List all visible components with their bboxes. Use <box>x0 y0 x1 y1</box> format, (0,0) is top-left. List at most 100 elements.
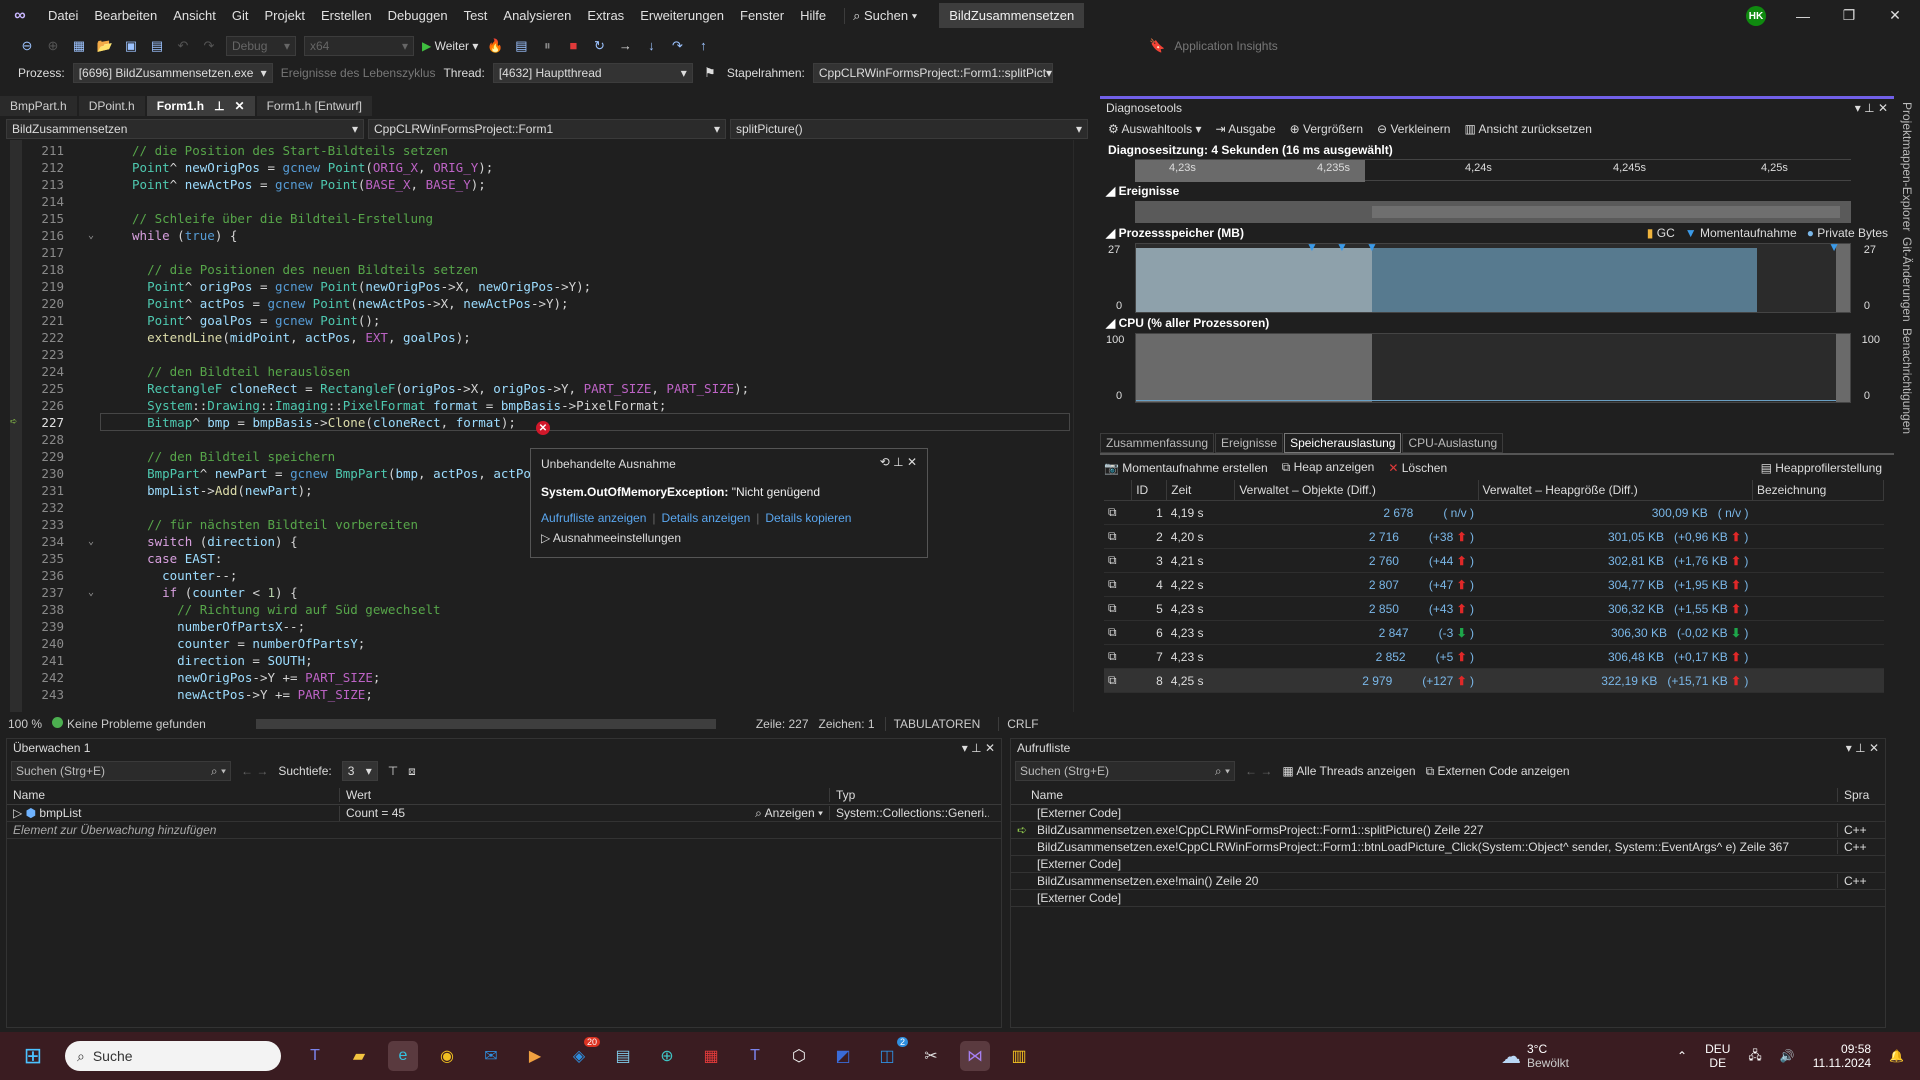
memory-chart[interactable]: 27 0 27 0 ▼ ▼ ▼ ▼ <box>1108 240 1876 313</box>
callstack-row[interactable]: [Externer Code] <box>1011 805 1885 822</box>
snapshot-row[interactable]: ⧉ 8 4,25 s2 979 (+127 ⬆ ) 322,19 KB (+15,71 K… <box>1104 668 1884 693</box>
memory-section[interactable]: ◢ Prozessspeicher (MB) ▮ GC ▼ Momentaufn… <box>1100 223 1894 243</box>
take-snapshot-button[interactable]: 📷 Momentaufnahme erstellen <box>1104 461 1268 475</box>
snapshot-row[interactable]: ⧉ 1 4,19 s 2 678 ( n/v ) 300,09 KB ( n/v ) <box>1104 500 1884 525</box>
step-over-icon[interactable]: ↷ <box>668 37 686 55</box>
callstack-row[interactable]: [Externer Code] <box>1011 890 1885 907</box>
snapshot-objects[interactable]: 2 847 (-3 ⬇ ) <box>1234 620 1479 645</box>
code-line[interactable]: 239 numberOfPartsX--; <box>0 618 1070 635</box>
objects-diff[interactable]: ( n/v ) <box>1443 506 1474 520</box>
snapshot-heap[interactable]: 304,77 KB (+1,95 KB ⬆ ) <box>1478 572 1753 597</box>
view-heap-button[interactable]: ⧉ Heap anzeigen <box>1282 460 1375 475</box>
store-icon[interactable]: ◫ 2 <box>872 1037 908 1071</box>
lifecycle-events[interactable]: Ereignisse des Lebenszyklus <box>281 66 436 80</box>
objects-count[interactable]: 2 847 <box>1379 626 1409 640</box>
code-line[interactable]: 217 <box>0 244 1070 261</box>
objects-count[interactable]: 2 850 <box>1369 602 1399 616</box>
problems-indicator[interactable]: Keine Probleme gefunden <box>52 716 206 731</box>
chrome-icon[interactable]: ◉ <box>432 1041 462 1071</box>
depth-select[interactable]: 3 ▾ <box>341 761 378 781</box>
close-window-button[interactable]: ✕ <box>1872 0 1918 31</box>
menu-item[interactable]: Debuggen <box>380 0 456 31</box>
callstack-search-input[interactable]: Suchen (Strg+E) ⌕ ▾ <box>1015 761 1235 781</box>
heap-diff[interactable]: (+0,17 KB <box>1674 650 1728 664</box>
snapshot-label[interactable] <box>1752 620 1884 645</box>
stackframe-select[interactable]: CppCLRWinFormsProject::Form1::splitPict ▾ <box>812 62 1053 83</box>
heap-size[interactable]: 322,19 KB <box>1601 674 1657 688</box>
code-line[interactable]: 220 Point^ actPos = gcnew Point(newActPo… <box>0 295 1070 312</box>
snapshot-heap[interactable]: 301,05 KB (+0,96 KB ⬆ ) <box>1478 524 1753 549</box>
document-tab[interactable]: BmpPart.h <box>0 96 77 116</box>
callstack-row[interactable]: [Externer Code] <box>1011 856 1885 873</box>
network-icon[interactable]: 🖧 <box>1748 1046 1761 1067</box>
flag-icon[interactable]: ⚑ <box>701 64 719 82</box>
fold-toggle-icon[interactable]: ⌄ <box>88 227 94 244</box>
side-rail-tab[interactable]: Git-Änderungen <box>1900 237 1914 322</box>
code-line[interactable]: 228 <box>0 431 1070 448</box>
delete-button[interactable]: ✕ Löschen <box>1388 461 1447 475</box>
external-code-button[interactable]: ⧉ Externen Code anzeigen <box>1426 764 1570 779</box>
snapshot-objects[interactable]: 2 760 (+44 ⬆ ) <box>1234 548 1479 573</box>
add-watch-row[interactable]: Element zur Überwachung hinzufügen <box>7 822 1001 839</box>
avatar[interactable]: HK <box>1746 6 1766 26</box>
edge-icon[interactable]: e <box>388 1041 418 1071</box>
snapshot-marker-icon[interactable]: ▼ <box>1336 240 1348 254</box>
hot-reload-icon[interactable]: 🔥 <box>486 37 504 55</box>
col-value[interactable]: Wert <box>339 787 829 802</box>
weather-widget[interactable]: ☁ 3°C Bewölkt <box>1501 1042 1569 1070</box>
snapshot-objects[interactable]: 2 678 ( n/v ) <box>1234 500 1479 525</box>
application-insights[interactable]: Application Insights <box>1174 39 1277 53</box>
callstack-row[interactable]: BildZusammensetzen.exe!main() Zeile 20 C+… <box>1011 873 1885 890</box>
menu-item[interactable]: Projekt <box>257 0 313 31</box>
objects-diff[interactable]: (+5 <box>1436 650 1454 664</box>
code-line[interactable]: 223 <box>0 346 1070 363</box>
horizontal-scrollbar[interactable] <box>255 718 716 729</box>
bookmark-icon[interactable]: 🔖 <box>1148 37 1166 55</box>
heap-size[interactable]: 302,81 KB <box>1608 554 1664 568</box>
hex-display-icon[interactable]: ⧈ <box>408 764 416 779</box>
platform-select[interactable]: x64 ▾ <box>304 35 414 56</box>
save-icon[interactable]: ▣ <box>122 37 140 55</box>
notepad-icon[interactable]: ▤ <box>608 1041 638 1071</box>
menu-item[interactable]: Erstellen <box>313 0 380 31</box>
heap-size[interactable]: 301,05 KB <box>1608 530 1664 544</box>
pin-expression-icon[interactable]: ⊤ <box>388 764 398 778</box>
menu-item[interactable]: Datei <box>40 0 86 31</box>
code-line[interactable]: 214 <box>0 193 1070 210</box>
code-line[interactable]: 237 ⌄ if (counter < 1) { <box>0 584 1070 601</box>
project-select[interactable]: BildZusammensetzen ▾ <box>6 119 364 139</box>
objects-diff[interactable]: (+47 <box>1429 578 1453 592</box>
code-line[interactable]: 238 // Richtung wird auf Süd gewechselt <box>0 601 1070 618</box>
code-line[interactable]: 225 RectangleF cloneRect = RectangleF(or… <box>0 380 1070 397</box>
code-line[interactable]: 226 System::Drawing::Imaging::PixelForma… <box>0 397 1070 414</box>
code-line[interactable]: 224 // den Bildteil herauslösen <box>0 363 1070 380</box>
app-icon[interactable]: ▥ <box>1004 1041 1034 1071</box>
code-line[interactable]: 241 direction = SOUTH; <box>0 652 1070 669</box>
thread-select[interactable]: [4632] Hauptthread ▾ <box>492 62 693 83</box>
all-threads-button[interactable]: ▦ Alle Threads anzeigen <box>1282 764 1415 778</box>
cpu-chart[interactable]: 100 0 100 0 <box>1106 333 1880 403</box>
teams-work-icon[interactable]: T <box>740 1041 770 1071</box>
objects-diff[interactable]: (+44 <box>1429 554 1453 568</box>
snapshot-label[interactable] <box>1752 572 1884 597</box>
history-icon[interactable]: ⟲ <box>880 455 890 469</box>
menu-item[interactable]: Analysieren <box>495 0 579 31</box>
exception-settings-toggle[interactable]: ▷ Ausnahmeeinstellungen <box>541 531 917 545</box>
menu-item[interactable]: Fenster <box>732 0 792 31</box>
start-button[interactable]: ⊞ <box>18 1041 48 1071</box>
callstack-row[interactable]: BildZusammensetzen.exe!CppCLRWinFormsPro… <box>1011 839 1885 856</box>
side-rail-tab[interactable]: Projektmappen-Explorer <box>1900 102 1914 231</box>
snapshot-label[interactable] <box>1752 668 1884 693</box>
col-header[interactable]: Bezeichnung <box>1752 480 1885 501</box>
view-callstack-link[interactable]: Aufrufliste anzeigen <box>541 511 646 525</box>
col-name[interactable]: Name <box>1011 788 1837 802</box>
col-header[interactable]: Zeit <box>1166 480 1236 501</box>
pin-icon[interactable]: ⊥ <box>214 99 224 113</box>
heap-size[interactable]: 304,77 KB <box>1608 578 1664 592</box>
snapshot-heap[interactable]: 302,81 KB (+1,76 KB ⬆ ) <box>1478 548 1753 573</box>
step-into-icon[interactable]: ↓ <box>642 37 660 55</box>
pause-icon[interactable]: ⏸ <box>538 37 556 55</box>
configuration-select[interactable]: Debug ▾ <box>226 35 296 56</box>
document-tab[interactable]: DPoint.h <box>78 96 145 116</box>
code-line[interactable]: 222 extendLine(midPoint, actPos, EXT, go… <box>0 329 1070 346</box>
